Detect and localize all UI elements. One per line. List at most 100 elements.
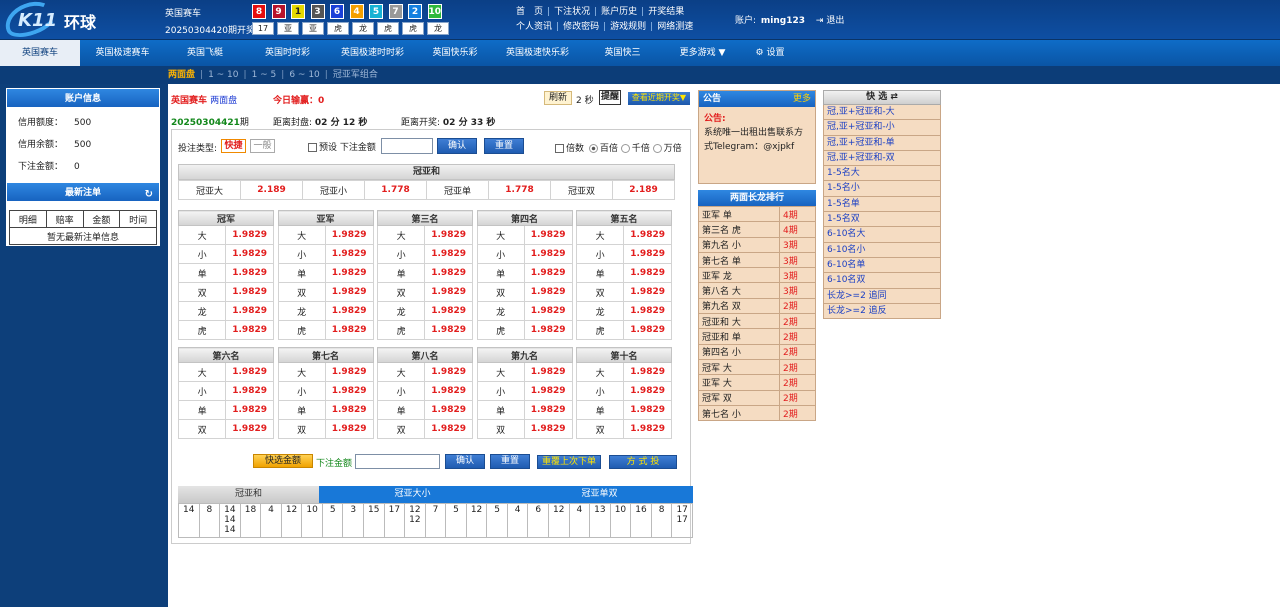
bet-odds[interactable]: 1.9829 bbox=[324, 320, 374, 340]
bet-odds[interactable]: 1.9829 bbox=[424, 282, 473, 302]
sub-nav-item[interactable]: 两面盘 bbox=[168, 70, 195, 80]
bet-option[interactable]: 双 bbox=[177, 419, 227, 439]
bet-odds[interactable]: 1.9829 bbox=[523, 362, 573, 382]
multiplier-toggle[interactable]: 倍数 bbox=[555, 144, 584, 154]
bet-option[interactable]: 大 bbox=[177, 225, 227, 245]
bet-odds[interactable]: 1.9829 bbox=[324, 282, 374, 302]
bet-mode-button[interactable]: 方 式 投 bbox=[609, 455, 677, 469]
bet-option[interactable]: 单 bbox=[476, 263, 525, 283]
bet-odds[interactable]: 1.9829 bbox=[324, 362, 374, 382]
bet-odds[interactable]: 1.9829 bbox=[225, 263, 274, 283]
nav-item[interactable]: 英国时时彩 bbox=[245, 40, 330, 66]
bet-option[interactable]: 单 bbox=[575, 400, 625, 420]
guanya-option[interactable]: 冠亚双 bbox=[550, 180, 613, 200]
guanya-option[interactable]: 冠亚小 bbox=[302, 180, 365, 200]
nav-item[interactable]: 英国快乐彩 bbox=[415, 40, 495, 66]
bet-odds[interactable]: 1.9829 bbox=[424, 263, 473, 283]
bet-odds[interactable]: 1.9829 bbox=[623, 362, 672, 382]
bet-option[interactable]: 大 bbox=[376, 362, 426, 382]
confirm-button[interactable]: 确认 bbox=[437, 138, 477, 154]
bet-option[interactable]: 小 bbox=[277, 381, 326, 401]
bet-odds[interactable]: 1.9829 bbox=[225, 400, 274, 420]
bet-option[interactable]: 单 bbox=[476, 400, 525, 420]
top-link[interactable]: 账户历史 bbox=[601, 7, 637, 17]
bet-option[interactable]: 单 bbox=[376, 400, 426, 420]
bet-option[interactable]: 单 bbox=[177, 400, 227, 420]
bet-option[interactable]: 小 bbox=[376, 244, 426, 264]
multiplier-100[interactable]: 百倍 bbox=[588, 144, 618, 154]
bottom-amount-input[interactable] bbox=[355, 454, 440, 469]
bet-option[interactable]: 小 bbox=[575, 244, 625, 264]
bet-odds[interactable]: 1.9829 bbox=[623, 301, 672, 321]
quick-select-item[interactable]: 6-10名大 bbox=[823, 227, 941, 243]
nav-item[interactable]: 英国快三 bbox=[580, 40, 665, 66]
bet-odds[interactable]: 1.9829 bbox=[225, 419, 274, 439]
bet-option[interactable]: 小 bbox=[575, 381, 625, 401]
top-link[interactable]: 修改密码 bbox=[563, 22, 599, 32]
quick-select-item[interactable]: 6-10名小 bbox=[823, 242, 941, 258]
bet-odds[interactable]: 1.9829 bbox=[225, 225, 274, 245]
guanya-odds[interactable]: 2.189 bbox=[612, 180, 675, 200]
bet-odds[interactable]: 1.9829 bbox=[623, 381, 672, 401]
bet-option[interactable]: 大 bbox=[575, 362, 625, 382]
bet-option[interactable]: 双 bbox=[476, 419, 525, 439]
bet-odds[interactable]: 1.9829 bbox=[225, 362, 274, 382]
guanya-odds[interactable]: 1.778 bbox=[364, 180, 427, 200]
bet-odds[interactable]: 1.9829 bbox=[523, 263, 573, 283]
bet-option[interactable]: 虎 bbox=[177, 320, 227, 340]
view-recent-draws-button[interactable]: 查看近期开奖▼ bbox=[628, 92, 690, 105]
alert-button[interactable]: 提醒 bbox=[599, 90, 621, 105]
bet-odds[interactable]: 1.9829 bbox=[324, 381, 374, 401]
quick-select-item[interactable]: 长龙>=2 追同 bbox=[823, 288, 941, 304]
bet-odds[interactable]: 1.9829 bbox=[424, 301, 473, 321]
trend-tab[interactable]: 冠亚和 bbox=[178, 486, 319, 503]
top-link[interactable]: 下注状况 bbox=[554, 7, 590, 17]
bet-option[interactable]: 小 bbox=[177, 244, 227, 264]
multiplier-10000[interactable]: 万倍 bbox=[652, 144, 682, 154]
quick-amount-button[interactable]: 快选金额 bbox=[253, 454, 313, 468]
quick-select-item[interactable]: 1-5名大 bbox=[823, 166, 941, 182]
bet-odds[interactable]: 1.9829 bbox=[523, 419, 573, 439]
guanya-odds[interactable]: 2.189 bbox=[240, 180, 303, 200]
trend-tab[interactable]: 冠亚大小 bbox=[319, 486, 506, 503]
bet-odds[interactable]: 1.9829 bbox=[523, 400, 573, 420]
bet-option[interactable]: 单 bbox=[277, 400, 326, 420]
bet-option[interactable]: 双 bbox=[177, 282, 227, 302]
bet-odds[interactable]: 1.9829 bbox=[225, 282, 274, 302]
bet-option[interactable]: 单 bbox=[177, 263, 227, 283]
bet-odds[interactable]: 1.9829 bbox=[523, 282, 573, 302]
bet-option[interactable]: 双 bbox=[277, 282, 326, 302]
bet-option[interactable]: 龙 bbox=[277, 301, 326, 321]
bet-odds[interactable]: 1.9829 bbox=[623, 320, 672, 340]
bet-odds[interactable]: 1.9829 bbox=[623, 263, 672, 283]
repeat-last-bet-button[interactable]: 重覆上次下单 bbox=[537, 455, 601, 469]
bet-option[interactable]: 虎 bbox=[476, 320, 525, 340]
bet-odds[interactable]: 1.9829 bbox=[324, 263, 374, 283]
quick-select-item[interactable]: 长龙>=2 追反 bbox=[823, 303, 941, 320]
top-link[interactable]: 网络测速 bbox=[657, 22, 693, 32]
reset-button[interactable]: 重置 bbox=[484, 138, 524, 154]
nav-item[interactable]: 英国赛车 bbox=[0, 40, 80, 66]
bet-option[interactable]: 龙 bbox=[376, 301, 426, 321]
quick-select-item[interactable]: 6-10名双 bbox=[823, 273, 941, 289]
guanya-option[interactable]: 冠亚大 bbox=[178, 180, 241, 200]
sub-nav-item[interactable]: 6 ~ 10 bbox=[289, 70, 319, 80]
bet-option[interactable]: 虎 bbox=[376, 320, 426, 340]
bet-amount-input[interactable] bbox=[381, 138, 433, 154]
notice-more-link[interactable]: 更多 bbox=[793, 91, 811, 107]
sub-nav-item[interactable]: 冠亚军组合 bbox=[333, 70, 378, 80]
top-link[interactable]: 游戏规则 bbox=[610, 22, 646, 32]
bet-option[interactable]: 大 bbox=[575, 225, 625, 245]
bottom-confirm-button[interactable]: 确认 bbox=[445, 454, 485, 469]
refresh-button[interactable]: 刷新 bbox=[544, 91, 572, 105]
bet-odds[interactable]: 1.9829 bbox=[623, 419, 672, 439]
bet-odds[interactable]: 1.9829 bbox=[424, 419, 473, 439]
guanya-odds[interactable]: 1.778 bbox=[488, 180, 551, 200]
bet-odds[interactable]: 1.9829 bbox=[424, 225, 473, 245]
bet-option[interactable]: 大 bbox=[277, 225, 326, 245]
bet-odds[interactable]: 1.9829 bbox=[623, 400, 672, 420]
bet-option[interactable]: 小 bbox=[277, 244, 326, 264]
bet-option[interactable]: 大 bbox=[177, 362, 227, 382]
bet-option[interactable]: 单 bbox=[575, 263, 625, 283]
bet-option[interactable]: 虎 bbox=[575, 320, 625, 340]
